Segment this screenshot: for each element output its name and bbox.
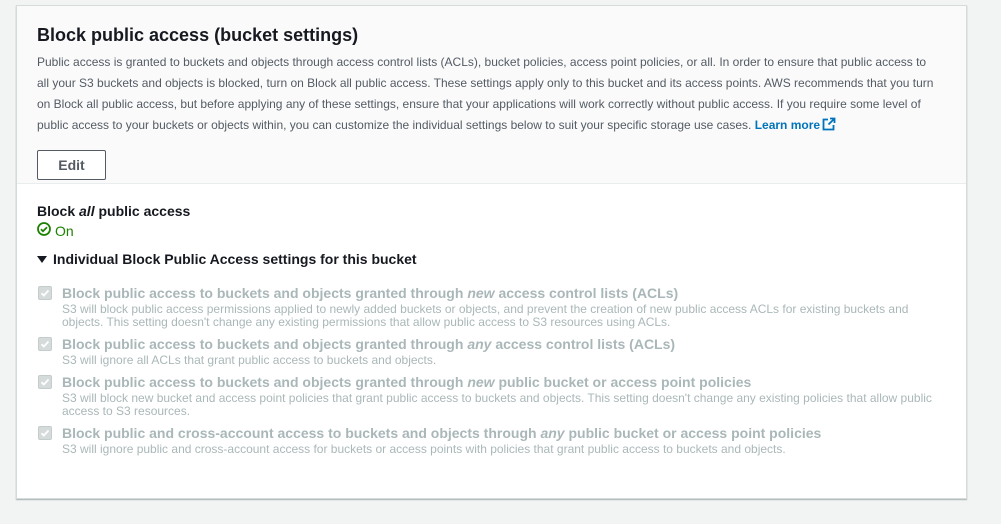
status-value: On (55, 223, 74, 239)
setting-checkbox-icon[interactable] (38, 375, 52, 389)
check-circle-icon (37, 222, 51, 240)
setting-title-prefix: Block public access to buckets and objec… (62, 285, 464, 301)
setting-text: Block public access to buckets and objec… (62, 284, 932, 329)
caret-down-icon (37, 255, 47, 263)
setting-text: Block public access to buckets and objec… (62, 373, 932, 418)
panel-title: Block public access (bucket settings) (37, 25, 359, 45)
setting-title: Block public access to buckets and objec… (62, 373, 932, 391)
setting-title-prefix: Block public access to buckets and objec… (62, 374, 464, 390)
setting-checkbox-icon[interactable] (38, 337, 52, 351)
status-label-prefix: Block (37, 203, 76, 219)
setting-title-prefix: Block public access to buckets and objec… (62, 336, 464, 352)
setting-item: Block public access to buckets and objec… (37, 373, 946, 418)
setting-text: Block public access to buckets and objec… (62, 335, 932, 367)
setting-description: S3 will ignore public and cross-account … (62, 442, 786, 456)
block-public-access-panel: Block public access (bucket settings) Pu… (16, 5, 967, 499)
panel-description: Public access is granted to buckets and … (37, 52, 937, 138)
setting-title-prefix: Block public and cross-account access to… (62, 425, 537, 441)
setting-title-emphasis: any (540, 425, 565, 441)
setting-text: Block public and cross-account access to… (62, 424, 932, 456)
status-label-suffix: public access (98, 203, 191, 219)
setting-title: Block public and cross-account access to… (62, 424, 932, 442)
setting-checkbox-icon[interactable] (38, 286, 52, 300)
setting-title-suffix: access control lists (ACLs) (495, 336, 676, 352)
individual-settings-expander[interactable]: Individual Block Public Access settings … (37, 250, 946, 268)
setting-title-suffix: public bucket or access point policies (498, 374, 752, 390)
status-label-emphasis: all (79, 203, 95, 219)
panel-header: Block public access (bucket settings) Pu… (17, 6, 966, 184)
setting-title-suffix: access control lists (ACLs) (498, 285, 679, 301)
block-all-public-access-label: Block all public access (37, 202, 946, 220)
setting-title-emphasis: new (467, 374, 495, 390)
setting-item: Block public access to buckets and objec… (37, 284, 946, 329)
setting-title-suffix: public bucket or access point policies (568, 425, 822, 441)
expander-label: Individual Block Public Access settings … (53, 251, 417, 267)
setting-item: Block public and cross-account access to… (37, 424, 946, 456)
setting-description: S3 will block new bucket and access poin… (62, 391, 932, 418)
status-indicator: On (37, 222, 946, 240)
setting-checkbox-icon[interactable] (38, 426, 52, 440)
setting-description: S3 will block public access permissions … (62, 302, 909, 329)
learn-more-label: Learn more (754, 118, 821, 132)
setting-item: Block public access to buckets and objec… (37, 335, 946, 367)
external-link-icon (822, 117, 836, 138)
panel-body: Block all public access On Individual Bl… (17, 184, 966, 456)
setting-description: S3 will ignore all ACLs that grant publi… (62, 353, 437, 367)
setting-title: Block public access to buckets and objec… (62, 335, 932, 353)
edit-button[interactable]: Edit (37, 150, 106, 180)
setting-title: Block public access to buckets and objec… (62, 284, 932, 302)
setting-title-emphasis: any (467, 336, 492, 352)
learn-more-link[interactable]: Learn more (754, 117, 836, 132)
settings-list: Block public access to buckets and objec… (37, 284, 946, 456)
setting-title-emphasis: new (467, 285, 495, 301)
